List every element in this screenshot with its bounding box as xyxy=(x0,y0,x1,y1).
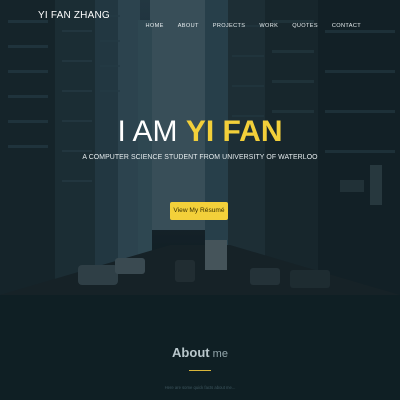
nav-item-about: ABOUT xyxy=(178,14,199,32)
nav-link-home[interactable]: HOME xyxy=(146,23,164,29)
about-divider xyxy=(189,370,211,371)
nav-link-contact[interactable]: CONTACT xyxy=(332,23,361,29)
headline-prefix: I AM xyxy=(117,115,186,148)
nav-item-projects: PROJECTS xyxy=(213,14,246,32)
nav-link-quotes[interactable]: QUOTES xyxy=(292,23,318,29)
nav-item-home: HOME xyxy=(146,14,164,32)
about-title: About me xyxy=(0,344,400,362)
view-resume-button[interactable]: View My Résumé xyxy=(170,202,228,220)
about-title-light: me xyxy=(209,348,228,360)
headline-name: YI FAN xyxy=(185,115,283,148)
hero-section: YI FAN ZHANG HOME ABOUT PROJECTS WORK QU… xyxy=(0,0,400,295)
nav-link-projects[interactable]: PROJECTS xyxy=(213,23,246,29)
main-nav: HOME ABOUT PROJECTS WORK QUOTES CONTACT xyxy=(146,14,361,32)
brand-logo[interactable]: YI FAN ZHANG xyxy=(38,10,110,21)
hero-headline: I AM YI FAN xyxy=(0,113,400,151)
nav-item-quotes: QUOTES xyxy=(292,14,318,32)
nav-item-contact: CONTACT xyxy=(332,14,361,32)
about-title-strong: About xyxy=(172,345,210,360)
hero-tagline: A COMPUTER SCIENCE STUDENT FROM UNIVERSI… xyxy=(82,154,318,161)
about-subtitle: Here are some quick facts about me... xyxy=(164,385,236,390)
nav-link-work[interactable]: WORK xyxy=(259,23,278,29)
nav-link-about[interactable]: ABOUT xyxy=(178,23,199,29)
about-section: About me Here are some quick facts about… xyxy=(0,295,400,400)
nav-item-work: WORK xyxy=(259,14,278,32)
